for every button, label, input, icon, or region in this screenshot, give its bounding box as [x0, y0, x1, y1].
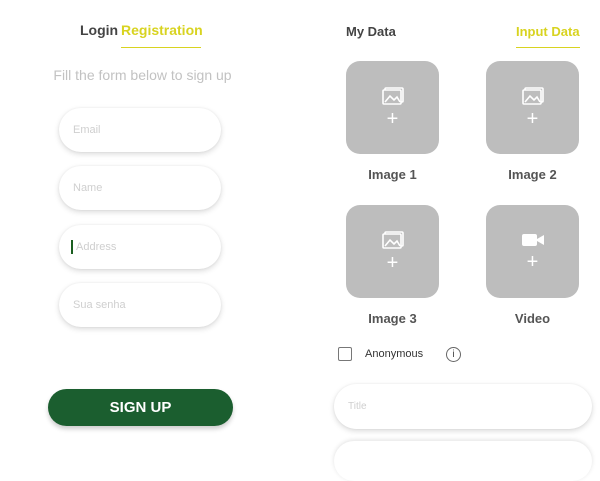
info-icon[interactable]: i	[446, 347, 461, 362]
title-field-wrapper	[334, 384, 592, 429]
name-field[interactable]	[71, 181, 215, 195]
address-field-wrapper	[59, 225, 221, 269]
image-icon	[381, 86, 404, 105]
image-2-label: Image 2	[508, 167, 557, 182]
form-subtitle: Fill the form below to sign up	[53, 67, 232, 83]
plus-icon: +	[386, 107, 399, 130]
image-1-upload-button[interactable]: +	[346, 61, 439, 154]
password-field-wrapper	[59, 283, 221, 327]
email-field[interactable]	[71, 123, 215, 137]
tab-registration[interactable]: Registration	[121, 22, 203, 38]
input-data-panel: My Data Input Data + Image 1 + Image 2 +…	[330, 0, 600, 481]
plus-icon: +	[386, 251, 399, 274]
anonymous-label: Anonymous	[365, 348, 424, 360]
sign-up-button[interactable]: SIGN UP	[48, 389, 233, 426]
plus-icon: +	[526, 250, 539, 273]
text-caret	[71, 240, 73, 254]
tab-input-data[interactable]: Input Data	[516, 24, 580, 39]
next-field-partial[interactable]	[334, 441, 592, 481]
title-field[interactable]	[346, 400, 570, 413]
tab-active-indicator	[121, 47, 201, 48]
image-2-upload-button[interactable]: +	[486, 61, 579, 154]
email-field-wrapper	[59, 108, 221, 152]
plus-icon: +	[526, 107, 539, 130]
video-label: Video	[514, 311, 551, 326]
password-field[interactable]	[71, 298, 215, 312]
registration-panel: Login Registration Fill the form below t…	[0, 0, 285, 450]
anonymous-checkbox[interactable]	[338, 347, 352, 361]
tab-login[interactable]: Login	[80, 22, 118, 38]
image-icon	[521, 86, 544, 105]
tab-my-data[interactable]: My Data	[346, 24, 396, 39]
video-upload-button[interactable]: +	[486, 205, 579, 298]
image-3-upload-button[interactable]: +	[346, 205, 439, 298]
tab-active-indicator	[516, 47, 580, 48]
image-1-label: Image 1	[368, 167, 417, 182]
video-icon	[521, 233, 544, 246]
address-field[interactable]	[74, 240, 218, 254]
image-3-label: Image 3	[368, 311, 417, 326]
name-field-wrapper	[59, 166, 221, 210]
image-icon	[381, 230, 404, 249]
